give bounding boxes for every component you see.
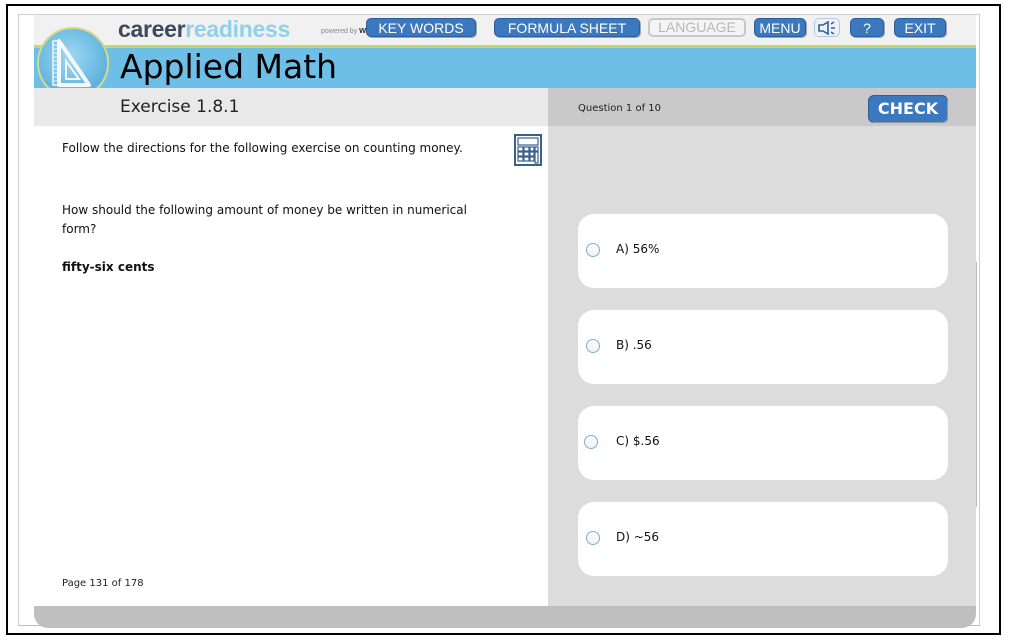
answer-choice-a[interactable]: A) 56% <box>578 214 948 288</box>
top-toolbar: careerreadiness powered by win KEY WORDS… <box>34 15 976 48</box>
brand-logo: careerreadiness <box>118 16 290 42</box>
page-indicator: Page 131 of 178 <box>62 578 144 589</box>
powered-by-text: powered by <box>321 28 358 35</box>
key-words-button[interactable]: KEY WORDS <box>366 18 476 37</box>
choice-label: A) 56% <box>616 242 660 256</box>
directions-text: Follow the directions for the following … <box>62 141 463 155</box>
brand-readiness: readiness <box>185 16 290 42</box>
calculator-button[interactable] <box>514 134 542 166</box>
answer-choice-b[interactable]: B) .56 <box>578 310 948 384</box>
exercise-title: Exercise 1.8.1 <box>120 97 240 117</box>
speaker-icon <box>818 20 835 36</box>
radio-button[interactable] <box>584 435 598 449</box>
radio-button[interactable] <box>586 531 600 545</box>
choice-label: B) .56 <box>616 338 652 352</box>
scrollbar-track <box>976 262 977 507</box>
menu-button[interactable]: MENU <box>754 18 806 37</box>
exercise-header <box>34 88 548 126</box>
check-button[interactable]: CHECK <box>869 96 947 122</box>
triangle-ruler-icon <box>52 39 91 87</box>
amount-text: fifty-six cents <box>62 260 155 274</box>
radio-button[interactable] <box>586 339 600 353</box>
choice-label: D) ~56 <box>616 530 660 544</box>
choice-label: C) $.56 <box>616 434 660 448</box>
formula-sheet-button[interactable]: FORMULA SHEET <box>494 18 640 37</box>
exit-button[interactable]: EXIT <box>894 18 946 37</box>
radio-button[interactable] <box>586 243 600 257</box>
help-button[interactable]: ? <box>850 18 884 37</box>
bottom-bar <box>34 606 976 628</box>
brand-career: career <box>118 16 186 42</box>
app-title: Applied Math <box>120 47 338 86</box>
answer-choice-d[interactable]: D) ~56 <box>578 502 948 576</box>
question-pane <box>34 126 548 606</box>
question-text: How should the following amount of money… <box>62 203 467 236</box>
audio-button[interactable] <box>814 18 840 37</box>
answer-choice-c[interactable]: C) $.56 <box>578 406 948 480</box>
language-button[interactable]: LANGUAGE <box>648 18 746 37</box>
calculator-icon <box>514 134 542 166</box>
question-counter: Question 1 of 10 <box>578 103 661 114</box>
